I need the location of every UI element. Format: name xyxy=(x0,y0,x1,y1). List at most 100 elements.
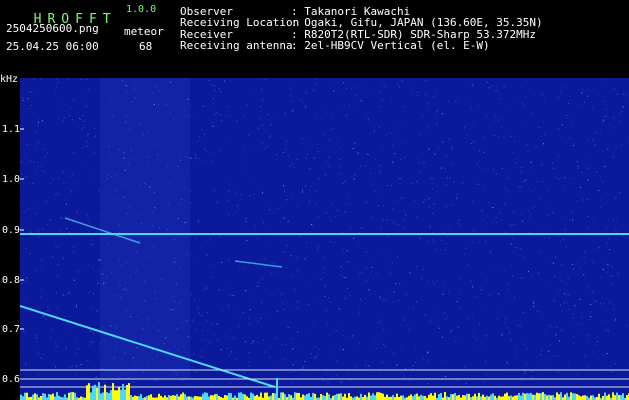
noise-speck xyxy=(272,211,274,213)
noise-speck xyxy=(598,190,600,191)
noise-speck xyxy=(402,106,404,108)
noise-speck xyxy=(90,330,92,332)
noise-speck xyxy=(49,218,51,220)
noise-speck xyxy=(228,115,230,117)
noise-speck xyxy=(59,342,60,344)
noise-speck xyxy=(533,95,535,97)
noise-speck xyxy=(26,143,28,145)
noise-speck xyxy=(404,143,406,145)
noise-speck xyxy=(146,157,148,159)
noise-speck xyxy=(46,201,47,202)
noise-speck xyxy=(228,214,230,216)
noise-speck xyxy=(165,103,167,105)
activity-bar xyxy=(118,387,120,400)
activity-bar xyxy=(168,395,170,400)
noise-speck xyxy=(595,343,597,345)
activity-bar xyxy=(370,395,372,400)
noise-speck xyxy=(63,182,65,184)
noise-speck xyxy=(108,145,110,147)
noise-speck xyxy=(524,372,526,374)
noise-speck xyxy=(52,363,54,365)
noise-speck xyxy=(602,269,604,271)
activity-bar xyxy=(328,394,330,400)
noise-speck xyxy=(397,83,399,85)
noise-speck xyxy=(247,300,249,301)
noise-speck xyxy=(181,270,183,271)
noise-speck xyxy=(70,107,72,109)
noise-speck xyxy=(202,330,204,332)
noise-speck xyxy=(152,245,154,247)
noise-speck xyxy=(565,177,566,179)
noise-speck xyxy=(381,361,383,363)
noise-speck xyxy=(82,127,84,129)
noise-speck xyxy=(129,129,130,131)
activity-bar xyxy=(34,393,36,400)
noise-speck xyxy=(488,202,490,204)
noise-speck xyxy=(328,156,330,158)
noise-speck xyxy=(371,216,372,218)
noise-speck xyxy=(506,288,508,290)
activity-bar xyxy=(532,394,534,400)
noise-speck xyxy=(450,331,451,333)
activity-bar xyxy=(468,393,470,400)
noise-speck xyxy=(567,302,569,304)
noise-speck xyxy=(285,274,287,276)
noise-speck xyxy=(22,99,24,101)
noise-speck xyxy=(90,244,92,246)
activity-bar xyxy=(134,395,136,400)
activity-bar xyxy=(334,394,336,400)
noise-speck xyxy=(417,361,419,363)
noise-speck xyxy=(605,108,607,110)
noise-speck xyxy=(91,239,92,241)
noise-speck xyxy=(467,264,469,266)
noise-speck xyxy=(465,248,467,249)
noise-speck xyxy=(560,329,562,331)
noise-speck xyxy=(41,259,43,261)
noise-speck xyxy=(139,123,141,125)
noise-speck xyxy=(47,306,49,308)
noise-speck xyxy=(563,302,565,304)
noise-speck xyxy=(520,248,522,250)
noise-speck xyxy=(463,341,465,343)
noise-speck xyxy=(157,154,159,156)
noise-speck xyxy=(196,305,198,307)
noise-speck xyxy=(521,214,523,216)
noise-speck xyxy=(147,366,149,368)
activity-bar xyxy=(456,395,458,400)
spectrogram xyxy=(20,78,629,400)
noise-speck xyxy=(201,247,203,249)
noise-speck xyxy=(427,281,429,283)
noise-speck xyxy=(294,305,296,307)
noise-speck xyxy=(383,343,385,345)
y-tick-label: 0.9 xyxy=(2,225,21,236)
noise-speck xyxy=(514,321,516,323)
noise-speck xyxy=(97,282,99,284)
noise-speck xyxy=(425,94,427,96)
noise-speck xyxy=(58,177,60,179)
noise-speck xyxy=(371,267,373,268)
noise-speck xyxy=(195,157,197,159)
noise-speck xyxy=(504,203,506,205)
noise-speck xyxy=(587,167,589,169)
noise-speck xyxy=(368,289,370,291)
noise-speck xyxy=(523,343,525,345)
noise-speck xyxy=(569,95,571,97)
noise-speck xyxy=(87,360,89,362)
noise-speck xyxy=(442,293,444,295)
noise-speck xyxy=(302,138,304,140)
noise-speck xyxy=(576,160,578,162)
activity-bar xyxy=(430,393,432,400)
noise-speck xyxy=(252,193,254,195)
activity-bar xyxy=(382,393,384,400)
noise-speck xyxy=(315,84,317,86)
noise-speck xyxy=(478,324,480,326)
activity-bar xyxy=(440,393,442,400)
noise-speck xyxy=(95,135,97,137)
noise-speck xyxy=(588,337,590,339)
noise-speck xyxy=(403,210,405,212)
noise-speck xyxy=(190,157,192,159)
activity-bar xyxy=(312,392,314,400)
noise-speck xyxy=(619,113,621,115)
noise-speck xyxy=(124,169,126,171)
noise-speck xyxy=(107,243,108,245)
